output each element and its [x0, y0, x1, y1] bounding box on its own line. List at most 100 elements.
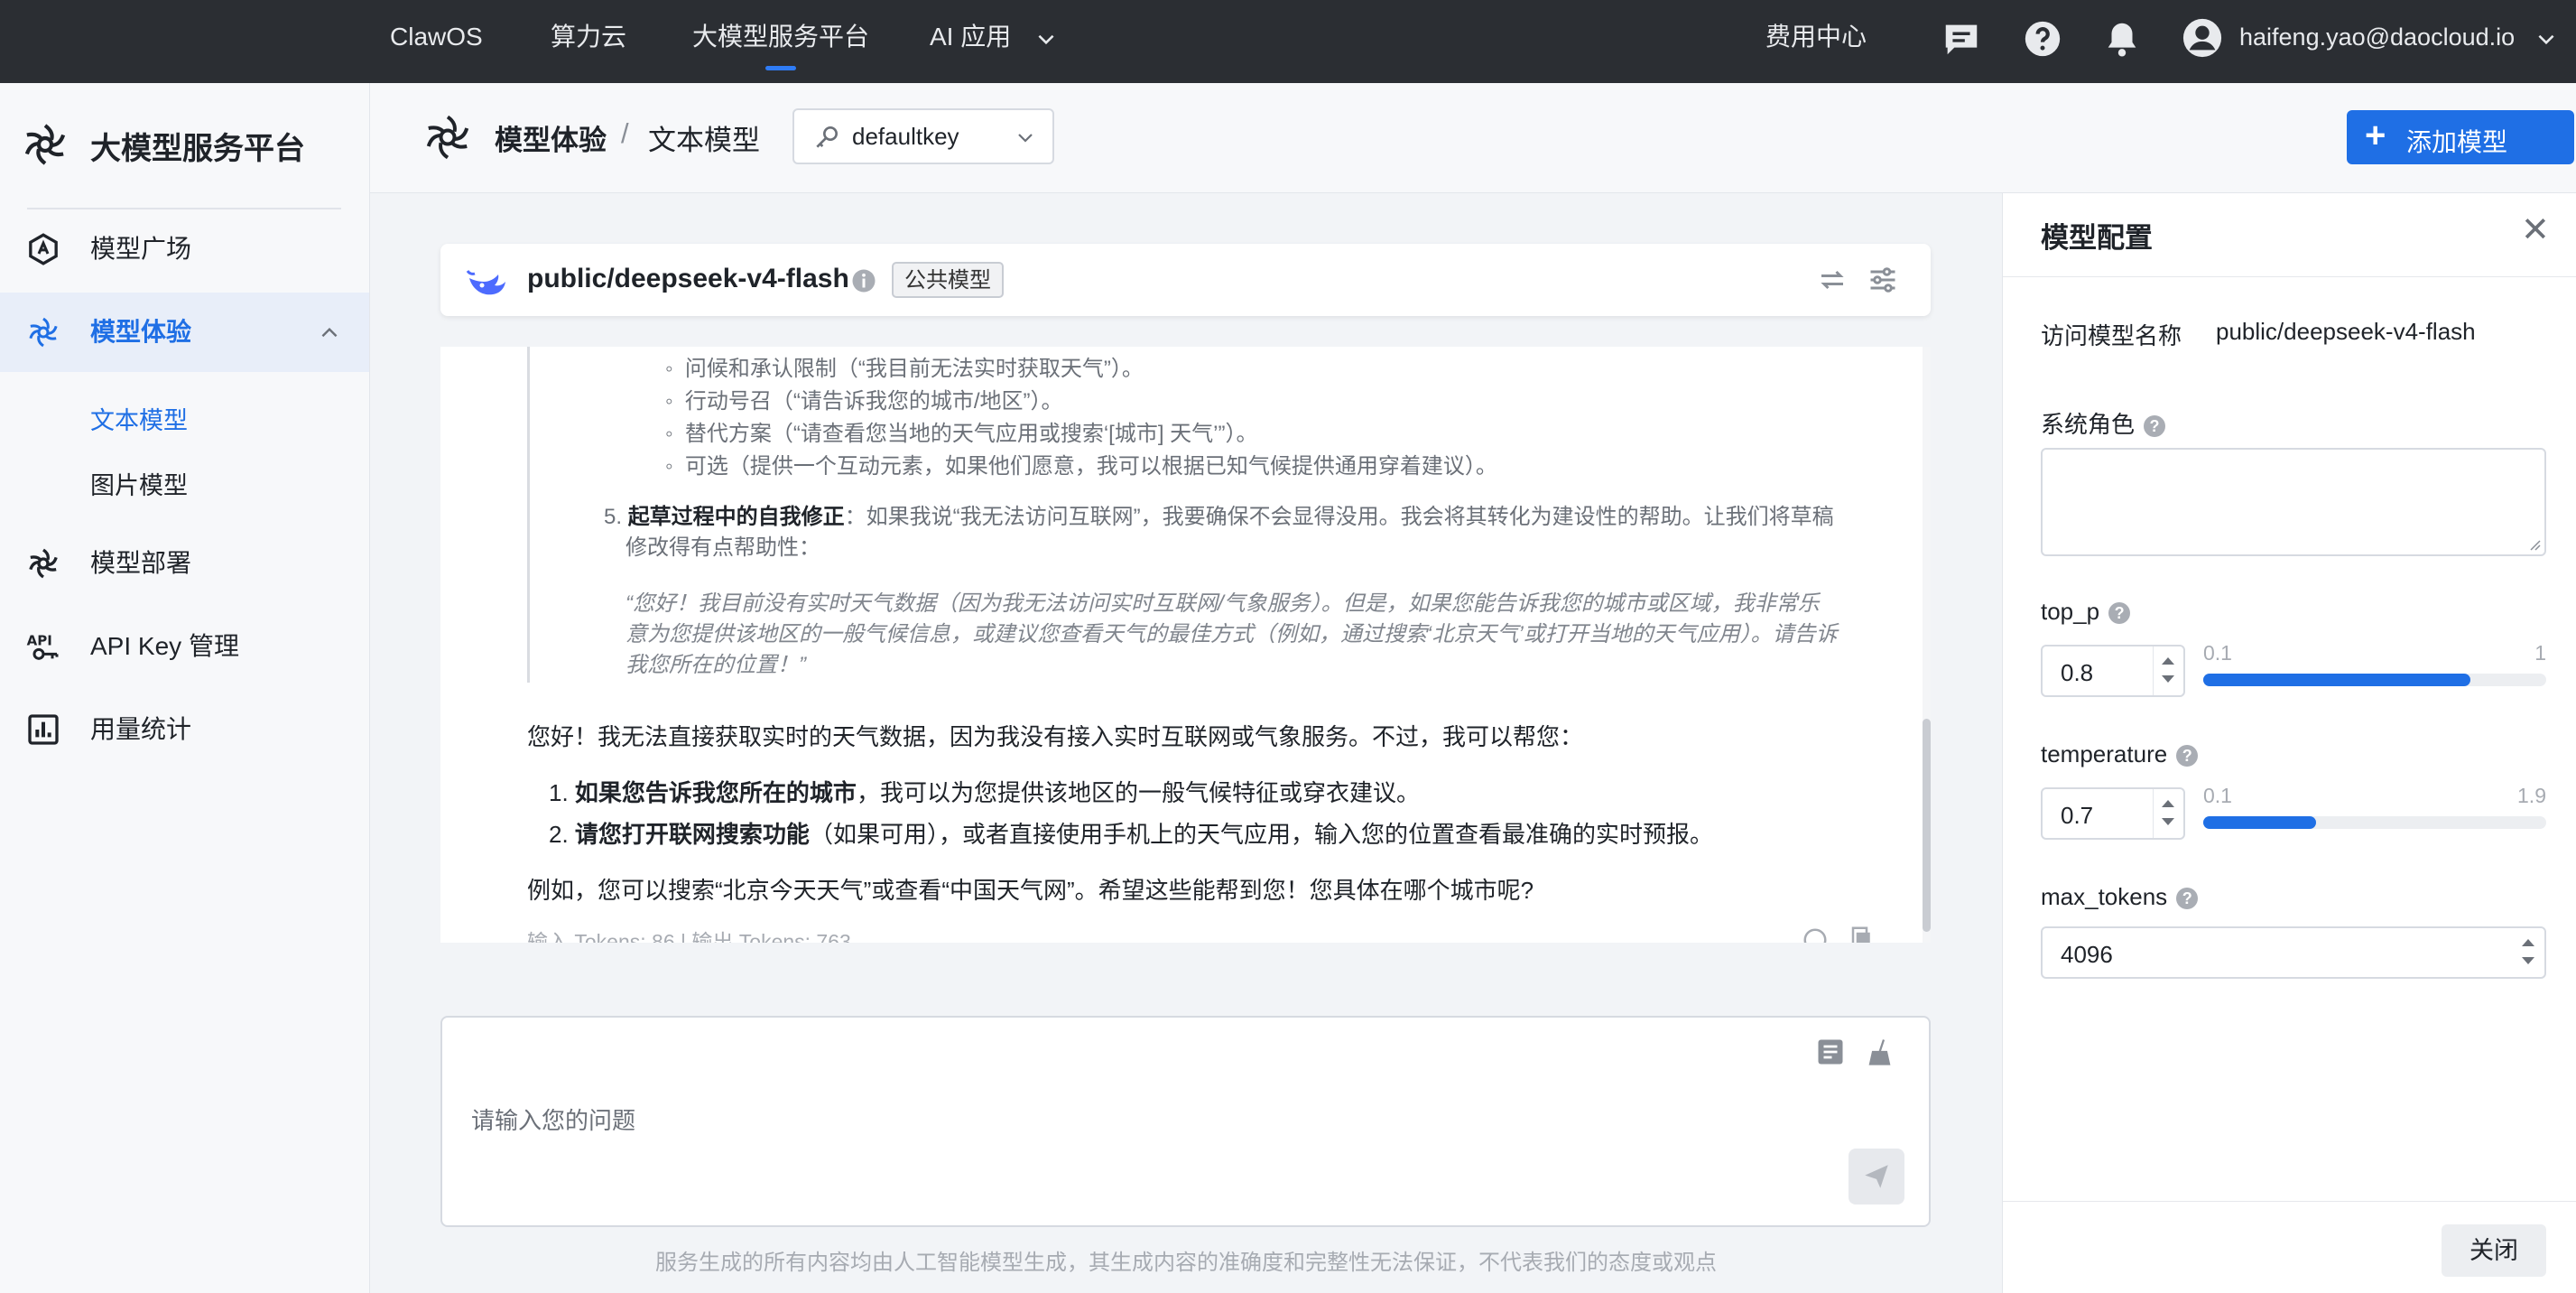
think-quote-line: 意为您提供该地区的一般气候信息，或建议您查看天气的最佳方式（例如，通过搜索‘北京… — [625, 622, 1838, 646]
temperature-value: 0.7 — [2061, 802, 2094, 829]
help-icon[interactable]: ? — [2144, 415, 2166, 438]
plus-icon: + — [2365, 116, 2386, 155]
top-p-label: top_p? — [2041, 598, 2131, 626]
nav-item-llm-platform[interactable]: 大模型服务平台 — [692, 0, 869, 83]
token-usage: 输入 Tokens: 86 | 输出 Tokens: 763 — [527, 930, 851, 943]
think-quote-line: 我您所在的位置！” — [625, 653, 806, 677]
model-config-panel: 模型配置 ✕ 访问模型名称 public/deepseek-v4-flash 系… — [2002, 193, 2576, 1293]
answer-list-item: 2. 请您打开联网搜索功能（如果可用），或者直接使用手机上的天气应用，输入您的位… — [549, 821, 1713, 848]
question-input-placeholder: 请输入您的问题 — [471, 1107, 636, 1134]
temperature-slider-fill — [2203, 816, 2317, 829]
api-key-icon: API — [27, 632, 59, 660]
switch-icon[interactable] — [1816, 264, 1849, 296]
sidebar-item-model-deploy[interactable]: 模型部署 — [0, 524, 369, 603]
answer-list-item: 1. 如果您告诉我您所在的城市，我可以为您提供该地区的一般气候特征或穿衣建议。 — [549, 779, 1420, 806]
model-experience-icon — [29, 317, 58, 348]
temperature-stepper[interactable] — [2153, 789, 2183, 838]
model-name: public/deepseek-v4-flash — [527, 264, 849, 293]
message-icon[interactable] — [1941, 18, 1982, 60]
add-model-button-label: 添加模型 — [2406, 128, 2508, 156]
sidebar-item-label: 用量统计 — [90, 715, 192, 743]
breadcrumb-parent[interactable]: 模型体验 — [495, 117, 607, 158]
user-email-label: haifeng.yao@daocloud.io — [2239, 23, 2516, 51]
sidebar-item-label: 模型部署 — [90, 549, 192, 577]
hexagon-icon — [29, 233, 58, 265]
max-tokens-stepper[interactable] — [2514, 928, 2544, 977]
help-icon[interactable]: ? — [2108, 602, 2131, 625]
temperature-input[interactable]: 0.7 — [2041, 787, 2185, 840]
thinking-block: ◦ 问候和承认限制（“我目前无法实时获取天气”）。 ◦ 行动号召（“请告诉我您的… — [527, 347, 1845, 683]
info-icon[interactable] — [850, 267, 877, 294]
send-button[interactable] — [1849, 1149, 1904, 1205]
ai-disclaimer: 服务生成的所有内容均由人工智能模型生成，其生成内容的准确度和完整性无法保证，不代… — [655, 1251, 1717, 1275]
add-model-button[interactable]: + 添加模型 — [2347, 110, 2574, 164]
answer-intro: 您好！我无法直接获取实时的天气数据，因为我没有接入实时互联网或气象服务。不过，我… — [527, 723, 1584, 750]
breadcrumb-separator: / — [621, 117, 629, 149]
nav-item-clawos[interactable]: ClawOS — [390, 0, 483, 83]
think-step-5: 5. 起草过程中的自我修正：如果我说“我无法访问互联网”，我要确保不会显得没用。… — [604, 505, 1834, 529]
key-icon — [816, 126, 838, 148]
close-button[interactable]: 关闭 — [2442, 1224, 2546, 1277]
think-step-5-cont: 修改得有点帮助性： — [625, 535, 820, 560]
sidebar-subitem-image-model[interactable]: 图片模型 — [90, 466, 188, 501]
temperature-label: temperature? — [2041, 740, 2199, 768]
nav-item-compute-cloud[interactable]: 算力云 — [551, 0, 626, 83]
sidebar: 大模型服务平台 模型广场 模型体验 文本模型 图片模型 模型部署 API API… — [0, 83, 370, 1293]
sidebar-title: 大模型服务平台 — [90, 132, 305, 166]
question-input-box[interactable]: 请输入您的问题 — [440, 1016, 1931, 1227]
resize-handle-icon[interactable] — [2526, 536, 2541, 551]
system-role-textarea[interactable] — [2041, 448, 2546, 556]
max-tokens-label: max_tokens? — [2041, 883, 2199, 911]
settings-sliders-icon[interactable] — [1867, 264, 1899, 296]
top-p-stepper[interactable] — [2153, 646, 2183, 695]
top-p-value: 0.8 — [2061, 659, 2094, 686]
sidebar-item-model-experience[interactable]: 模型体验 — [0, 293, 369, 372]
help-icon[interactable] — [2022, 18, 2063, 60]
config-title: 模型配置 — [2041, 222, 2153, 254]
chat-messages[interactable]: ◦ 问候和承认限制（“我目前无法实时获取天气”）。 ◦ 行动号召（“请告诉我您的… — [440, 347, 1931, 943]
sidebar-item-label: 模型体验 — [90, 318, 192, 346]
top-navigation-bar: ClawOS 算力云 大模型服务平台 AI 应用 费用中心 haifeng.ya… — [0, 0, 2576, 83]
think-quote-line: “您好！我目前没有实时天气数据（因为我无法访问实时互联网/气象服务）。但是，如果… — [625, 591, 1820, 616]
chevron-up-icon[interactable] — [318, 321, 341, 345]
api-key-select-value: defaultkey — [852, 123, 959, 150]
sidebar-item-usage-stats[interactable]: 用量统计 — [0, 690, 369, 769]
temperature-max: 1.9 — [2517, 784, 2546, 807]
user-email[interactable]: haifeng.yao@daocloud.io — [2239, 0, 2558, 83]
api-key-select[interactable]: defaultkey — [792, 108, 1054, 164]
breadcrumb-current: 文本模型 — [648, 125, 760, 156]
nav-item-fee-center[interactable]: 费用中心 — [1765, 0, 1867, 83]
bell-icon[interactable] — [2101, 18, 2143, 60]
answer-outro: 例如，您可以搜索“北京今天天气”或查看“中国天气网”。希望这些能帮到您！您具体在… — [527, 877, 1534, 904]
prompt-template-icon[interactable] — [1814, 1036, 1847, 1068]
user-avatar-icon[interactable] — [2182, 17, 2223, 59]
top-p-min: 0.1 — [2203, 641, 2232, 665]
model-name-label: 访问模型名称 — [2041, 322, 2182, 349]
public-model-badge: 公共模型 — [892, 262, 1004, 298]
copy-icon[interactable] — [1849, 925, 1876, 943]
top-p-slider-fill — [2203, 674, 2471, 686]
deepseek-whale-icon — [466, 270, 505, 295]
nav-item-ai-apps-label: AI 应用 — [930, 23, 1012, 51]
regenerate-icon[interactable] — [1802, 926, 1829, 943]
sidebar-item-label: 模型广场 — [90, 235, 192, 263]
top-p-input[interactable]: 0.8 — [2041, 645, 2185, 697]
chat-scrollbar-thumb[interactable] — [1923, 719, 1931, 932]
page-header: 模型体验 / 文本模型 defaultkey + 添加模型 — [370, 83, 2576, 193]
platform-logo-icon — [24, 124, 66, 165]
chevron-down-icon — [2538, 34, 2554, 45]
close-icon[interactable]: ✕ — [2521, 213, 2550, 247]
think-bullet: ◦ 可选（提供一个互动元素，如果他们愿意，我可以根据已知气候提供通用穿着建议）。 — [665, 454, 1497, 479]
clear-broom-icon[interactable] — [1865, 1036, 1897, 1068]
sidebar-item-label: API Key 管理 — [90, 632, 239, 660]
nav-item-ai-apps[interactable]: AI 应用 — [930, 0, 1058, 83]
help-icon[interactable]: ? — [2176, 888, 2199, 910]
sidebar-item-api-key[interactable]: API API Key 管理 — [0, 607, 369, 686]
help-icon[interactable]: ? — [2176, 745, 2199, 767]
max-tokens-input[interactable]: 4096 — [2041, 926, 2546, 979]
sidebar-item-model-plaza[interactable]: 模型广场 — [0, 209, 369, 289]
sidebar-subitem-text-model[interactable]: 文本模型 — [90, 401, 188, 436]
system-role-label: 系统角色? — [2041, 406, 2166, 440]
config-divider — [2003, 276, 2576, 277]
model-name-value: public/deepseek-v4-flash — [2216, 318, 2476, 345]
